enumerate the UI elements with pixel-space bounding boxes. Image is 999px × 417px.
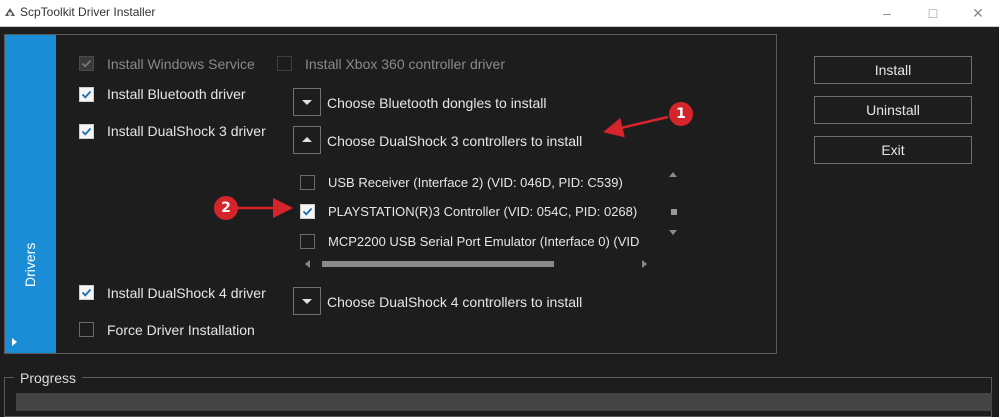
annotation-arrow-1	[603, 115, 669, 138]
annotation-arrows	[238, 115, 669, 218]
annotation-badge-1: 1	[669, 102, 693, 126]
annotation-badge-2: 2	[214, 196, 238, 220]
